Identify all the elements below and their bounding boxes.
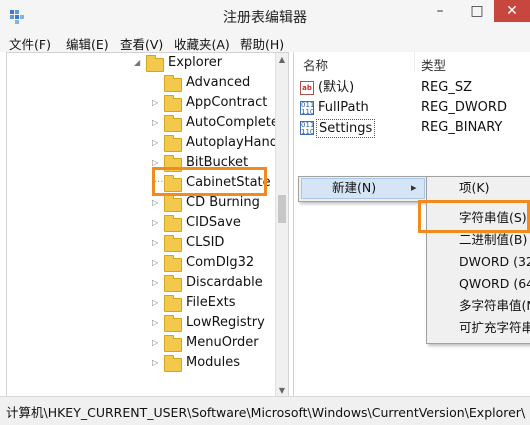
scroll-up-arrow-icon[interactable]: ▲ [276, 55, 288, 64]
folder-icon [164, 315, 182, 332]
folder-icon [164, 275, 182, 292]
folder-icon [164, 135, 182, 152]
registry-path: 计算机\HKEY_CURRENT_USER\Software\Microsoft… [6, 405, 526, 420]
tree-item-label: CIDSave [186, 215, 241, 230]
folder-icon [164, 235, 182, 252]
submenu-item-expandable-string-value[interactable]: 可扩充字符串 [459, 317, 530, 339]
collapsed-arrow-icon[interactable]: ▷ [152, 313, 158, 333]
value-row[interactable]: ab (默认) REG_SZ [300, 78, 520, 98]
column-header-type[interactable]: 类型 [421, 55, 446, 74]
scroll-down-arrow-icon[interactable]: ▼ [276, 386, 288, 395]
tree-item-label: Modules [186, 355, 241, 370]
highlight-box-cabinetstate [152, 167, 267, 196]
tree-item-label: FileExts [186, 295, 236, 310]
maximize-button[interactable]: □ [457, 0, 497, 24]
folder-icon [164, 295, 182, 312]
submenu-item-dword-value[interactable]: DWORD (32 [459, 251, 530, 273]
open-folder-icon [146, 55, 164, 72]
minimize-button[interactable]: – [420, 0, 460, 24]
tree-item-label: AutoplayHandl [186, 135, 282, 150]
menu-favorites[interactable]: 收藏夹(A) [174, 34, 230, 53]
tree-item-label: CLSID [186, 235, 225, 250]
tree-item-label: AppContract [186, 95, 268, 110]
tree-item-label: CD Burning [186, 195, 260, 210]
key-tree-pane[interactable]: ◢ Explorer Advanced ▷ AppContract ▷ Auto… [6, 52, 289, 398]
context-menu: 新建(N) ▸ [298, 176, 428, 202]
submenu-item-key[interactable]: 项(K) [459, 177, 489, 199]
scrollbar-thumb[interactable] [278, 195, 286, 223]
collapsed-arrow-icon[interactable]: ▷ [152, 213, 158, 233]
folder-icon [164, 115, 182, 132]
tree-item-label: ComDlg32 [186, 255, 255, 270]
collapsed-arrow-icon[interactable]: ▷ [152, 273, 158, 293]
column-divider[interactable] [414, 52, 415, 72]
collapsed-arrow-icon[interactable]: ▷ [152, 113, 158, 133]
tree-item-label: Discardable [186, 275, 263, 290]
highlight-box-string-value [418, 200, 530, 233]
menu-bar: 文件(F) 编辑(E) 查看(V) 收藏夹(A) 帮助(H) [0, 32, 530, 52]
tree-item-label: AutoComplete [186, 115, 279, 130]
title-bar: 注册表编辑器 – □ ✕ [0, 0, 530, 33]
value-type: REG_BINARY [421, 120, 503, 135]
collapsed-arrow-icon[interactable]: ▷ [152, 353, 158, 373]
submenu-item-multi-string-value[interactable]: 多字符串值(N [459, 295, 530, 317]
value-name: Settings [316, 119, 376, 138]
menu-edit[interactable]: 编辑(E) [66, 34, 109, 53]
submenu-item-qword-value[interactable]: QWORD (64 [459, 273, 530, 295]
value-type: REG_DWORD [421, 100, 507, 115]
menu-item-new[interactable]: 新建(N) [332, 177, 376, 199]
menu-help[interactable]: 帮助(H) [240, 34, 284, 53]
value-name: FullPath [318, 100, 369, 115]
expanded-arrow-icon[interactable]: ◢ [134, 53, 140, 73]
tree-item-label: Explorer [168, 55, 223, 70]
column-header-name[interactable]: 名称 [303, 55, 328, 74]
close-button[interactable]: ✕ [494, 0, 530, 22]
value-name: (默认) [318, 80, 355, 95]
submenu-arrow-icon: ▸ [411, 181, 417, 194]
folder-icon [164, 335, 182, 352]
folder-icon [164, 195, 182, 212]
collapsed-arrow-icon[interactable]: ▷ [152, 93, 158, 113]
tree-item-label: Advanced [186, 75, 251, 90]
folder-icon [164, 215, 182, 232]
folder-icon [164, 255, 182, 272]
binary-value-icon: 011 110 [300, 121, 315, 136]
collapsed-arrow-icon[interactable]: ▷ [152, 253, 158, 273]
tree-vertical-scrollbar[interactable]: ▲ ▼ [275, 53, 288, 397]
collapsed-arrow-icon[interactable]: ▷ [152, 193, 158, 213]
tree-item-label: MenuOrder [186, 335, 259, 350]
value-row[interactable]: 011 110 FullPath REG_DWORD [300, 98, 520, 118]
collapsed-arrow-icon[interactable]: ▷ [152, 233, 158, 253]
collapsed-arrow-icon[interactable]: ▷ [152, 293, 158, 313]
binary-value-icon: 011 110 [300, 101, 315, 116]
value-row[interactable]: 011 110 Settings REG_BINARY [300, 118, 520, 138]
folder-icon [164, 355, 182, 372]
string-value-icon: ab [300, 81, 314, 95]
status-bar: 计算机\HKEY_CURRENT_USER\Software\Microsoft… [0, 396, 530, 425]
value-type: REG_SZ [421, 80, 472, 95]
collapsed-arrow-icon[interactable]: ▷ [152, 333, 158, 353]
menu-file[interactable]: 文件(F) [9, 34, 51, 53]
menu-view[interactable]: 查看(V) [120, 34, 163, 53]
folder-icon [164, 95, 182, 112]
tree-item-label: LowRegistry [186, 315, 265, 330]
collapsed-arrow-icon[interactable]: ▷ [152, 133, 158, 153]
folder-icon [164, 75, 182, 92]
